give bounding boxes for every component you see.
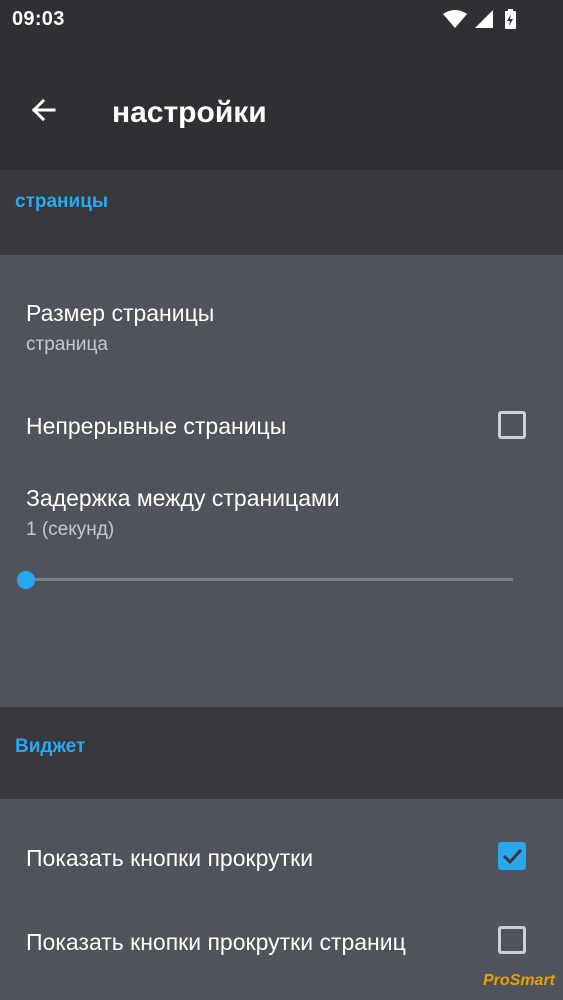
status-time: 09:03 (12, 8, 65, 30)
pref-page-delay-title: Задержка между страницами (26, 485, 340, 511)
battery-charging-icon (505, 9, 516, 29)
pref-page-size-title: Размер страницы (26, 300, 215, 326)
pref-show-page-scroll-buttons-title: Показать кнопки прокрутки страниц (26, 929, 406, 955)
wifi-icon (443, 10, 467, 28)
status-bar: 09:03 (0, 0, 563, 40)
app-bar: настройки (0, 40, 563, 170)
page-delay-slider-track[interactable] (26, 578, 513, 581)
watermark-logo: ProSmart (482, 972, 555, 989)
arrow-left-icon (31, 98, 56, 122)
check-icon (502, 848, 523, 865)
category-widget: Виджет (0, 707, 563, 799)
page-delay-slider-thumb[interactable] (17, 571, 35, 589)
pref-show-scroll-buttons-title: Показать кнопки прокрутки (26, 845, 314, 871)
show-scroll-buttons-checkbox[interactable] (498, 842, 526, 870)
page-title: настройки (112, 96, 267, 129)
pref-page-size-summary: страница (26, 334, 108, 355)
pref-continuous-pages-title: Непрерывные страницы (26, 413, 287, 439)
category-pages: страницы (0, 170, 563, 255)
category-widget-label: Виджет (15, 736, 86, 757)
back-button[interactable] (26, 92, 62, 128)
continuous-pages-checkbox[interactable] (498, 411, 526, 439)
category-pages-label: страницы (15, 191, 109, 212)
cellular-signal-icon (475, 10, 493, 28)
pref-page-delay-summary: 1 (секунд) (26, 519, 115, 540)
status-icons (441, 8, 523, 30)
show-page-scroll-buttons-checkbox[interactable] (498, 926, 526, 954)
